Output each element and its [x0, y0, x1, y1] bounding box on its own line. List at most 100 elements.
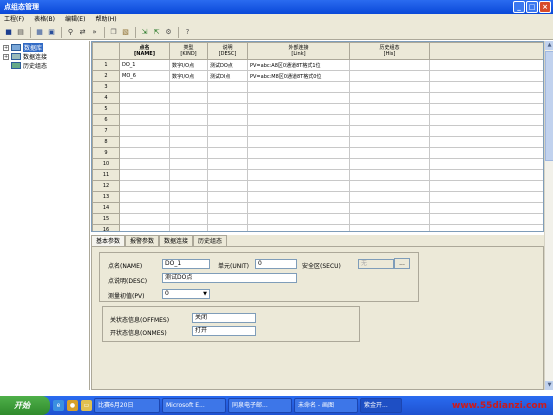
table-cell[interactable]: [429, 59, 543, 71]
tab-basic-params[interactable]: 基本参数: [91, 235, 126, 246]
table-cell[interactable]: [119, 125, 170, 137]
table-cell[interactable]: [429, 103, 543, 115]
table-cell[interactable]: [119, 114, 170, 126]
taskbar-item[interactable]: Microsoft E...: [162, 398, 226, 413]
ie-icon[interactable]: e: [53, 400, 64, 411]
row-number[interactable]: 13: [92, 191, 120, 203]
table-cell[interactable]: [349, 70, 430, 82]
table-cell[interactable]: [207, 224, 248, 231]
row-number[interactable]: 1: [92, 59, 120, 71]
table-cell[interactable]: [429, 125, 543, 137]
table-cell[interactable]: [247, 224, 350, 231]
table-cell[interactable]: [169, 147, 208, 159]
table-cell[interactable]: [207, 202, 248, 214]
column-header[interactable]: 说明 [DESC]: [207, 42, 248, 60]
table-cell[interactable]: [429, 114, 543, 126]
table-cell[interactable]: [429, 169, 543, 181]
table-cell[interactable]: [247, 103, 350, 115]
expand-icon[interactable]: +: [3, 44, 9, 51]
table-row[interactable]: 12: [92, 180, 543, 192]
table-row[interactable]: 11: [92, 169, 543, 181]
preview-icon[interactable]: ▣: [46, 26, 57, 38]
table-cell[interactable]: 测试DI点: [207, 70, 248, 82]
table-cell[interactable]: [119, 191, 170, 203]
table-cell[interactable]: [207, 180, 248, 192]
column-header[interactable]: 外部连接 [Link]: [247, 42, 350, 60]
table-cell[interactable]: [207, 92, 248, 104]
table-cell[interactable]: DO_1: [119, 59, 170, 71]
table-row[interactable]: 4: [92, 92, 543, 104]
table-cell[interactable]: [247, 180, 350, 192]
row-number[interactable]: 4: [92, 92, 120, 104]
print-icon[interactable]: ▤: [15, 26, 26, 38]
taskbar-item[interactable]: 紫金开...: [360, 398, 402, 413]
row-number[interactable]: 12: [92, 180, 120, 192]
table-cell[interactable]: [429, 213, 543, 225]
table-cell[interactable]: [429, 224, 543, 231]
tab-data-connection[interactable]: 数据连接: [159, 235, 194, 246]
table-cell[interactable]: [207, 169, 248, 181]
row-number[interactable]: 7: [92, 125, 120, 137]
row-number[interactable]: 10: [92, 158, 120, 170]
row-number[interactable]: 2: [92, 70, 120, 82]
table-row[interactable]: 14: [92, 202, 543, 214]
paste-icon[interactable]: ▧: [120, 26, 131, 38]
table-cell[interactable]: [349, 103, 430, 115]
table-cell[interactable]: [169, 81, 208, 93]
table-cell[interactable]: [169, 158, 208, 170]
table-cell[interactable]: [247, 114, 350, 126]
table-cell[interactable]: [207, 114, 248, 126]
table-cell[interactable]: [169, 92, 208, 104]
table-cell[interactable]: [349, 92, 430, 104]
table-cell[interactable]: [429, 202, 543, 214]
table-cell[interactable]: [119, 213, 170, 225]
table-cell[interactable]: [429, 92, 543, 104]
table-cell[interactable]: [207, 125, 248, 137]
table-cell[interactable]: [169, 213, 208, 225]
replace-icon[interactable]: ⇄: [77, 26, 88, 38]
taskbar-item[interactable]: 未命名 - 画图: [294, 398, 358, 413]
table-cell[interactable]: [349, 213, 430, 225]
row-number[interactable]: 3: [92, 81, 120, 93]
menu-table[interactable]: 表格(B): [34, 14, 55, 25]
minimize-button[interactable]: _: [513, 1, 525, 13]
table-cell[interactable]: [349, 114, 430, 126]
table-cell[interactable]: [169, 224, 208, 231]
table-cell[interactable]: [247, 191, 350, 203]
onmes-field[interactable]: 打开: [192, 326, 256, 336]
scroll-thumb[interactable]: [545, 51, 553, 161]
table-row[interactable]: 7: [92, 125, 543, 137]
expand-icon[interactable]: +: [3, 53, 9, 60]
table-cell[interactable]: [169, 169, 208, 181]
taskbar-item[interactable]: 比赛6月20日: [94, 398, 160, 413]
offmes-field[interactable]: 关闭: [192, 313, 256, 323]
column-header[interactable]: 点名 [NAME]: [119, 42, 170, 60]
table-cell[interactable]: [349, 125, 430, 137]
save-icon[interactable]: ■: [3, 26, 14, 38]
row-number[interactable]: 16: [92, 224, 120, 231]
table-cell[interactable]: [169, 125, 208, 137]
start-button[interactable]: 开始: [0, 396, 50, 415]
table-cell[interactable]: [429, 180, 543, 192]
table-cell[interactable]: 数字I/O点: [169, 70, 208, 82]
table-cell[interactable]: [349, 191, 430, 203]
menu-project[interactable]: 工程(F): [4, 14, 24, 25]
table-cell[interactable]: [207, 158, 248, 170]
table-cell[interactable]: [119, 147, 170, 159]
chevron-down-icon[interactable]: ▼: [201, 290, 209, 298]
table-cell[interactable]: [169, 103, 208, 115]
desc-field[interactable]: 测试DO点: [162, 273, 297, 283]
table-cell[interactable]: [247, 202, 350, 214]
table-row[interactable]: 5: [92, 103, 543, 115]
row-number[interactable]: 9: [92, 147, 120, 159]
table-cell[interactable]: [119, 81, 170, 93]
media-icon[interactable]: ●: [67, 400, 78, 411]
table-cell[interactable]: [349, 202, 430, 214]
row-number[interactable]: 11: [92, 169, 120, 181]
table-row[interactable]: 10: [92, 158, 543, 170]
table-row[interactable]: 2 MO_6 数字I/O点 测试DI点 PV=abc:M8区0通道8T格式0位: [92, 70, 543, 82]
column-header[interactable]: [429, 42, 543, 60]
table-cell[interactable]: [169, 191, 208, 203]
table-row[interactable]: 9: [92, 147, 543, 159]
table-cell[interactable]: [207, 191, 248, 203]
